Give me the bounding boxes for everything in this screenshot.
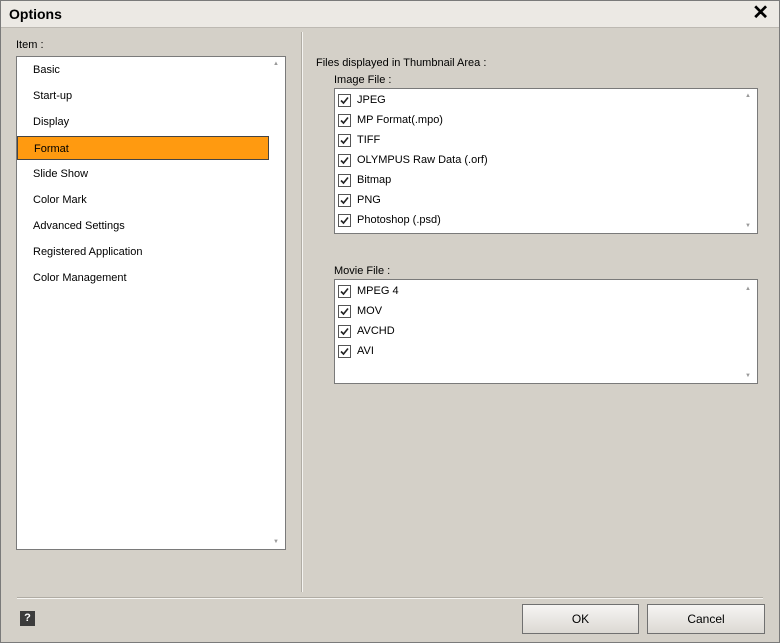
scroll-up-arrow-icon[interactable]: ▲ <box>273 61 279 67</box>
item-list-entry[interactable]: Basic <box>17 58 269 82</box>
checkmark-icon <box>340 136 349 145</box>
file-type-label: TIFF <box>357 134 381 146</box>
file-type-checkbox[interactable] <box>338 194 351 207</box>
file-type-label: Bitmap <box>357 174 392 186</box>
ok-button[interactable]: OK <box>522 604 639 634</box>
file-type-checkbox[interactable] <box>338 305 351 318</box>
file-type-checkbox[interactable] <box>338 114 351 127</box>
help-icon[interactable]: ? <box>20 611 35 626</box>
close-icon[interactable]: ✕ <box>752 2 769 24</box>
file-type-label: AVI <box>357 345 374 357</box>
scroll-up-arrow-icon[interactable]: ▲ <box>745 286 751 292</box>
item-list-entry[interactable]: Color Mark <box>17 188 269 212</box>
movie-file-list[interactable]: MPEG 4 MOV AVCHD AVI ▲ ▼ <box>334 279 758 384</box>
file-type-checkbox[interactable] <box>338 345 351 358</box>
cancel-button[interactable]: Cancel <box>647 604 765 634</box>
file-type-checkbox[interactable] <box>338 94 351 107</box>
file-type-label: PNG <box>357 194 381 206</box>
item-list-entry[interactable]: Format <box>17 136 269 160</box>
title-bar: Options ✕ <box>1 1 779 28</box>
item-list-entry[interactable]: Advanced Settings <box>17 214 269 238</box>
file-type-checkbox[interactable] <box>338 285 351 298</box>
file-type-checkbox[interactable] <box>338 214 351 227</box>
item-list-entry[interactable]: Slide Show <box>17 162 269 186</box>
checkmark-icon <box>340 327 349 336</box>
scroll-up-arrow-icon[interactable]: ▲ <box>745 93 751 99</box>
file-type-label: JPEG <box>357 94 386 106</box>
image-file-list[interactable]: JPEG MP Format(.mpo) TIFF OLYMPUS Raw Data … <box>334 88 758 234</box>
file-type-label: MOV <box>357 305 383 317</box>
checkmark-icon <box>340 96 349 105</box>
file-type-checkbox[interactable] <box>338 325 351 338</box>
file-type-label: Photoshop (.psd) <box>357 214 441 226</box>
item-list-entry[interactable]: Color Management <box>17 266 269 290</box>
file-type-label: MP Format(.mpo) <box>357 114 443 126</box>
file-type-label: AVCHD <box>357 325 395 337</box>
files-displayed-heading: Files displayed in Thumbnail Area : <box>316 57 487 69</box>
vertical-divider <box>301 32 303 592</box>
image-file-label: Image File : <box>334 74 392 86</box>
item-list-entry[interactable]: Registered Application <box>17 240 269 264</box>
options-dialog: Options ✕ Item : Basic Start-up Display For… <box>0 0 780 643</box>
checkmark-icon <box>340 176 349 185</box>
file-type-label: OLYMPUS Raw Data (.orf) <box>357 154 488 166</box>
checkmark-icon <box>340 156 349 165</box>
horizontal-divider <box>17 597 763 599</box>
scroll-down-arrow-icon[interactable]: ▼ <box>273 539 279 545</box>
file-type-label: MPEG 4 <box>357 285 399 297</box>
item-label: Item : <box>16 39 44 51</box>
movie-file-label: Movie File : <box>334 265 391 277</box>
checkmark-icon <box>340 307 349 316</box>
checkmark-icon <box>340 216 349 225</box>
file-type-checkbox[interactable] <box>338 174 351 187</box>
checkmark-icon <box>340 347 349 356</box>
item-list-entry[interactable]: Display <box>17 110 269 134</box>
scroll-down-arrow-icon[interactable]: ▼ <box>745 373 751 379</box>
checkmark-icon <box>340 116 349 125</box>
scroll-down-arrow-icon[interactable]: ▼ <box>745 223 751 229</box>
file-type-checkbox[interactable] <box>338 134 351 147</box>
dialog-title: Options <box>9 6 62 22</box>
item-list-entry[interactable]: Start-up <box>17 84 269 108</box>
checkmark-icon <box>340 287 349 296</box>
item-list[interactable]: Basic Start-up Display Format Slide Show Colo… <box>16 56 286 550</box>
checkmark-icon <box>340 196 349 205</box>
file-type-checkbox[interactable] <box>338 154 351 167</box>
